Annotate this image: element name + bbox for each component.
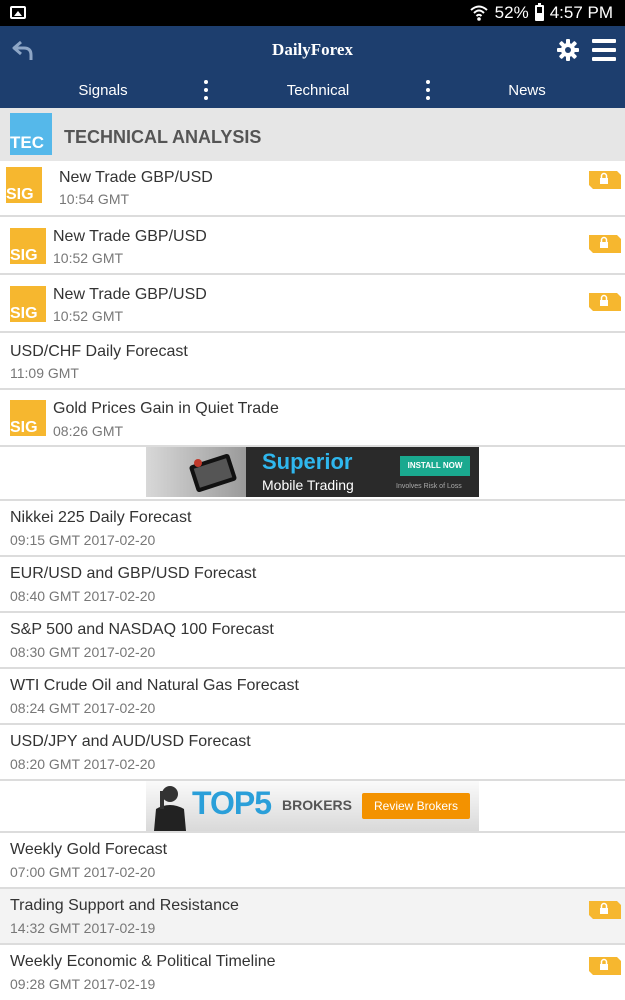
list-item[interactable]: SIG Gold Prices Gain in Quiet Trade 08:2…	[0, 390, 625, 447]
list-item[interactable]: USD/JPY and AUD/USD Forecast 08:20 GMT 2…	[0, 725, 625, 781]
item-time: 07:00 GMT 2017-02-20	[10, 864, 156, 880]
tab-technical[interactable]: Technical	[258, 82, 378, 99]
list-item[interactable]: SIG New Trade GBP/USD 10:54 GMT	[0, 161, 625, 217]
ad-slot: Superior Mobile Trading INSTALL NOW Invo…	[0, 447, 625, 501]
ad-subline: Mobile Trading	[262, 477, 354, 493]
hamburger-menu-icon[interactable]	[592, 39, 616, 61]
item-title: Gold Prices Gain in Quiet Trade	[53, 400, 279, 417]
sig-badge: SIG	[10, 400, 46, 436]
ad-banner-top5[interactable]: TOP5 BROKERS Review Brokers	[146, 781, 479, 831]
ad-headline: Superior	[262, 449, 353, 474]
ad-disclaimer: Involves Risk of Loss	[396, 483, 462, 490]
ad-slot: TOP5 BROKERS Review Brokers	[0, 781, 625, 833]
status-right: 52% 4:57 PM	[469, 2, 613, 24]
list-item[interactable]: Nikkei 225 Daily Forecast 09:15 GMT 2017…	[0, 501, 625, 557]
item-time: 10:52 GMT	[53, 250, 124, 266]
status-bar: 52% 4:57 PM	[0, 0, 625, 26]
item-title: USD/JPY and AUD/USD Forecast	[10, 733, 251, 750]
sig-badge: SIG	[10, 228, 46, 264]
app-title: DailyForex	[272, 40, 353, 59]
list-item[interactable]: Trading Support and Resistance 14:32 GMT…	[0, 889, 625, 945]
item-time: 08:40 GMT 2017-02-20	[10, 588, 156, 604]
battery-percent: 52%	[494, 3, 529, 22]
item-time: 10:52 GMT	[53, 308, 124, 324]
lock-icon	[589, 235, 621, 253]
tab-separator	[426, 80, 430, 102]
item-time: 09:28 GMT 2017-02-19	[10, 976, 156, 992]
ad-subline: BROKERS	[282, 797, 353, 813]
item-title: Nikkei 225 Daily Forecast	[10, 509, 192, 526]
clock: 4:57 PM	[549, 3, 613, 22]
list-item[interactable]: SIG New Trade GBP/USD 10:52 GMT	[0, 217, 625, 275]
item-title: USD/CHF Daily Forecast	[10, 343, 188, 360]
section-title: TECHNICAL ANALYSIS	[64, 127, 262, 147]
tec-badge: TEC	[10, 113, 52, 155]
item-title: Weekly Gold Forecast	[10, 841, 168, 858]
list-item[interactable]: WTI Crude Oil and Natural Gas Forecast 0…	[0, 669, 625, 725]
sig-badge: SIG	[6, 167, 42, 203]
item-title: EUR/USD and GBP/USD Forecast	[10, 565, 257, 582]
item-time: 09:15 GMT 2017-02-20	[10, 532, 156, 548]
item-title: WTI Crude Oil and Natural Gas Forecast	[10, 677, 299, 694]
battery-icon	[534, 3, 544, 21]
list-item[interactable]: EUR/USD and GBP/USD Forecast 08:40 GMT 2…	[0, 557, 625, 613]
ad-headline: TOP5	[192, 785, 272, 821]
item-time: 14:32 GMT 2017-02-19	[10, 920, 156, 936]
app-bar: DailyForex Signals Technical News	[0, 26, 625, 108]
gear-icon[interactable]	[556, 38, 580, 62]
person-icon	[154, 786, 186, 831]
review-brokers-button[interactable]: Review Brokers	[362, 793, 470, 819]
list-item[interactable]: Weekly Economic & Political Timeline 09:…	[0, 945, 625, 1000]
tab-bar: Signals Technical News	[0, 74, 625, 108]
tab-separator	[204, 80, 208, 102]
tab-signals[interactable]: Signals	[43, 82, 163, 99]
item-time: 08:20 GMT 2017-02-20	[10, 756, 156, 772]
list-item[interactable]: SIG New Trade GBP/USD 10:52 GMT	[0, 275, 625, 333]
list-item[interactable]: Weekly Gold Forecast 07:00 GMT 2017-02-2…	[0, 833, 625, 889]
lock-icon	[589, 901, 621, 919]
item-title: Trading Support and Resistance	[10, 897, 239, 914]
section-header: TEC TECHNICAL ANALYSIS	[0, 108, 625, 161]
item-time: 10:54 GMT	[59, 191, 130, 207]
list-item[interactable]: USD/CHF Daily Forecast 11:09 GMT	[0, 333, 625, 390]
lock-icon	[589, 171, 621, 189]
item-title: New Trade GBP/USD	[53, 286, 207, 303]
tablet-hand-icon	[189, 453, 237, 493]
item-time: 08:30 GMT 2017-02-20	[10, 644, 156, 660]
wifi-icon	[469, 5, 488, 21]
sig-badge: SIG	[10, 286, 46, 322]
item-time: 08:26 GMT	[53, 423, 124, 439]
tab-news[interactable]: News	[467, 82, 587, 99]
item-title: S&P 500 and NASDAQ 100 Forecast	[10, 621, 274, 638]
ad-banner-superior[interactable]: Superior Mobile Trading INSTALL NOW Invo…	[146, 447, 479, 497]
list-item[interactable]: S&P 500 and NASDAQ 100 Forecast 08:30 GM…	[0, 613, 625, 669]
item-title: Weekly Economic & Political Timeline	[10, 953, 276, 970]
item-time: 08:24 GMT 2017-02-20	[10, 700, 156, 716]
lock-icon	[589, 957, 621, 975]
install-now-button[interactable]: INSTALL NOW	[400, 456, 470, 476]
lock-icon	[589, 293, 621, 311]
gallery-icon	[10, 6, 26, 19]
item-title: New Trade GBP/USD	[59, 169, 213, 186]
item-time: 11:09 GMT	[10, 365, 79, 381]
item-title: New Trade GBP/USD	[53, 228, 207, 245]
